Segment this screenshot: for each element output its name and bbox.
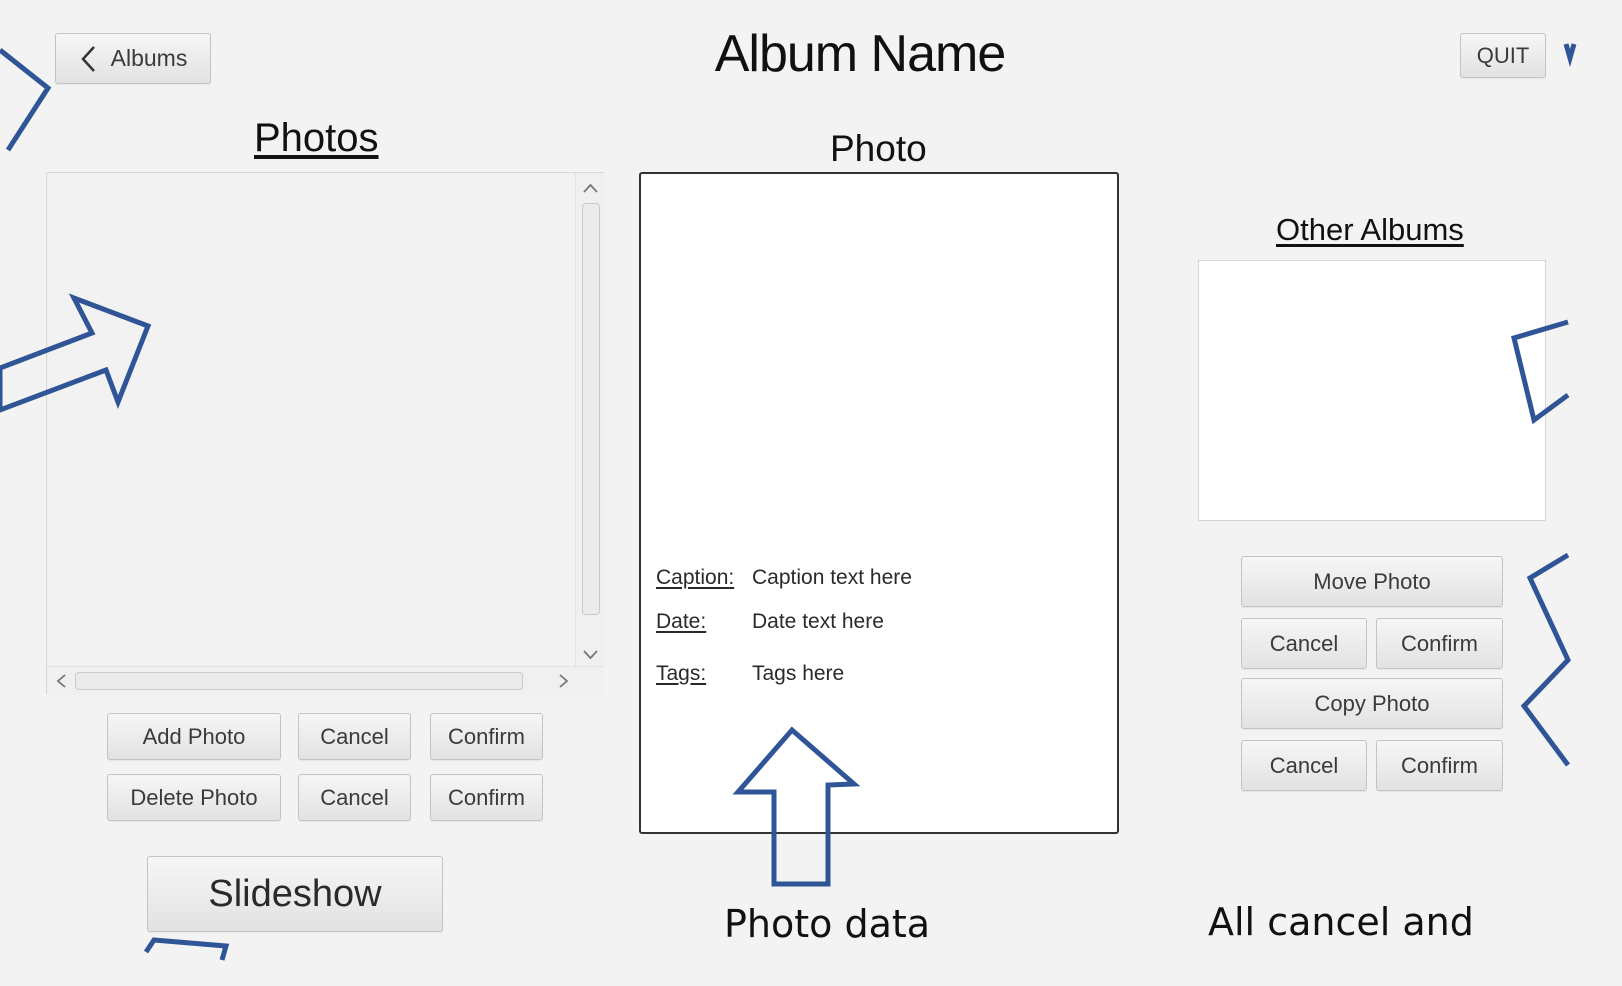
arrow-to-slideshow-icon: [143, 937, 230, 961]
arrow-to-photos-list-icon: [0, 293, 152, 413]
arrow-to-quit-icon: [1563, 43, 1577, 68]
arrow-to-move-buttons-icon: [1520, 552, 1571, 767]
album-window: Albums Album Name QUIT Photos Add Photo …: [0, 0, 1622, 986]
annotation-arrows: [0, 43, 1577, 961]
arrow-to-other-albums-icon: [1511, 319, 1570, 425]
arrow-to-albums-button-icon: [0, 48, 52, 152]
screenshot-canvas: Albums Album Name QUIT Photos Add Photo …: [0, 0, 1622, 986]
arrow-to-photo-data-icon: [732, 726, 861, 887]
